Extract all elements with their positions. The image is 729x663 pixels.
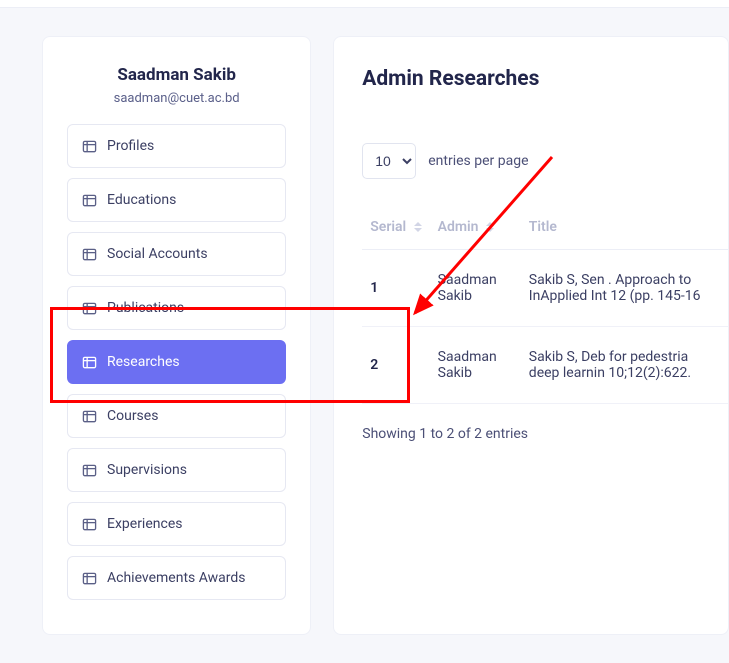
layout-icon [82,301,97,316]
page-title: Admin Researches [362,67,728,91]
layout-icon [82,517,97,532]
sidebar-item-publications[interactable]: Publications [67,286,286,330]
table-footer-info: Showing 1 to 2 of 2 entries [362,426,728,442]
researches-table: Serial Admin Title 1Saadman SakibSakib S… [362,209,728,404]
sidebar-item-social-accounts[interactable]: Social Accounts [67,232,286,276]
page-container: Saadman Sakib saadman@cuet.ac.bd Profile… [0,8,729,663]
col-title-label: Title [529,219,557,235]
layout-icon [82,463,97,478]
layout-icon [82,571,97,586]
sidebar-item-label: Achievements Awards [107,570,246,586]
col-admin[interactable]: Admin [430,209,521,250]
col-title[interactable]: Title [521,209,728,250]
sidebar-item-researches[interactable]: Researches [67,340,286,384]
layout-icon [82,193,97,208]
layout-icon [82,355,97,370]
cell-serial: 2 [362,327,429,404]
sidebar-item-label: Educations [107,192,176,208]
entries-per-page-select[interactable]: 10 [362,143,416,179]
col-serial[interactable]: Serial [362,209,429,250]
sidebar-item-label: Experiences [107,516,182,532]
sidebar-item-experiences[interactable]: Experiences [67,502,286,546]
sidebar-item-supervisions[interactable]: Supervisions [67,448,286,492]
sidebar-item-label: Profiles [107,138,154,154]
cell-admin: Saadman Sakib [430,327,521,404]
sidebar-item-label: Social Accounts [107,246,208,262]
sidebar-item-achievements-awards[interactable]: Achievements Awards [67,556,286,600]
layout-icon [82,247,97,262]
col-admin-label: Admin [438,219,479,235]
sidebar-item-educations[interactable]: Educations [67,178,286,222]
sidebar-item-profiles[interactable]: Profiles [67,124,286,168]
entries-row: 10 entries per page [362,143,728,179]
col-serial-label: Serial [370,219,406,235]
cell-serial: 1 [362,250,429,327]
table-header-row: Serial Admin Title [362,209,728,250]
table-row: 2Saadman SakibSakib S, Deb for pedestria… [362,327,728,404]
sidebar-header: Saadman Sakib saadman@cuet.ac.bd [67,65,286,106]
cell-title: Sakib S, Sen . Approach to InApplied Int… [521,250,728,327]
sidebar-nav: Profiles Educations Social Accounts Publica… [67,124,286,600]
layout-icon [82,139,97,154]
main-card: Admin Researches 10 entries per page Ser… [333,36,729,635]
sidebar-item-courses[interactable]: Courses [67,394,286,438]
sidebar-item-label: Supervisions [107,462,187,478]
table-row: 1Saadman SakibSakib S, Sen . Approach to… [362,250,728,327]
top-divider [0,0,729,8]
sort-icon [486,222,494,232]
table-body: 1Saadman SakibSakib S, Sen . Approach to… [362,250,728,404]
sidebar-user-name: Saadman Sakib [67,65,286,85]
sidebar-item-label: Researches [107,354,180,370]
sidebar-user-email: saadman@cuet.ac.bd [67,91,286,106]
cell-admin: Saadman Sakib [430,250,521,327]
sidebar-card: Saadman Sakib saadman@cuet.ac.bd Profile… [42,36,311,635]
layout-icon [82,409,97,424]
entries-per-page-label: entries per page [428,153,528,169]
sidebar-item-label: Publications [107,300,184,316]
sort-icon [414,222,422,232]
cell-title: Sakib S, Deb for pedestria deep learnin … [521,327,728,404]
sidebar-item-label: Courses [107,408,158,424]
